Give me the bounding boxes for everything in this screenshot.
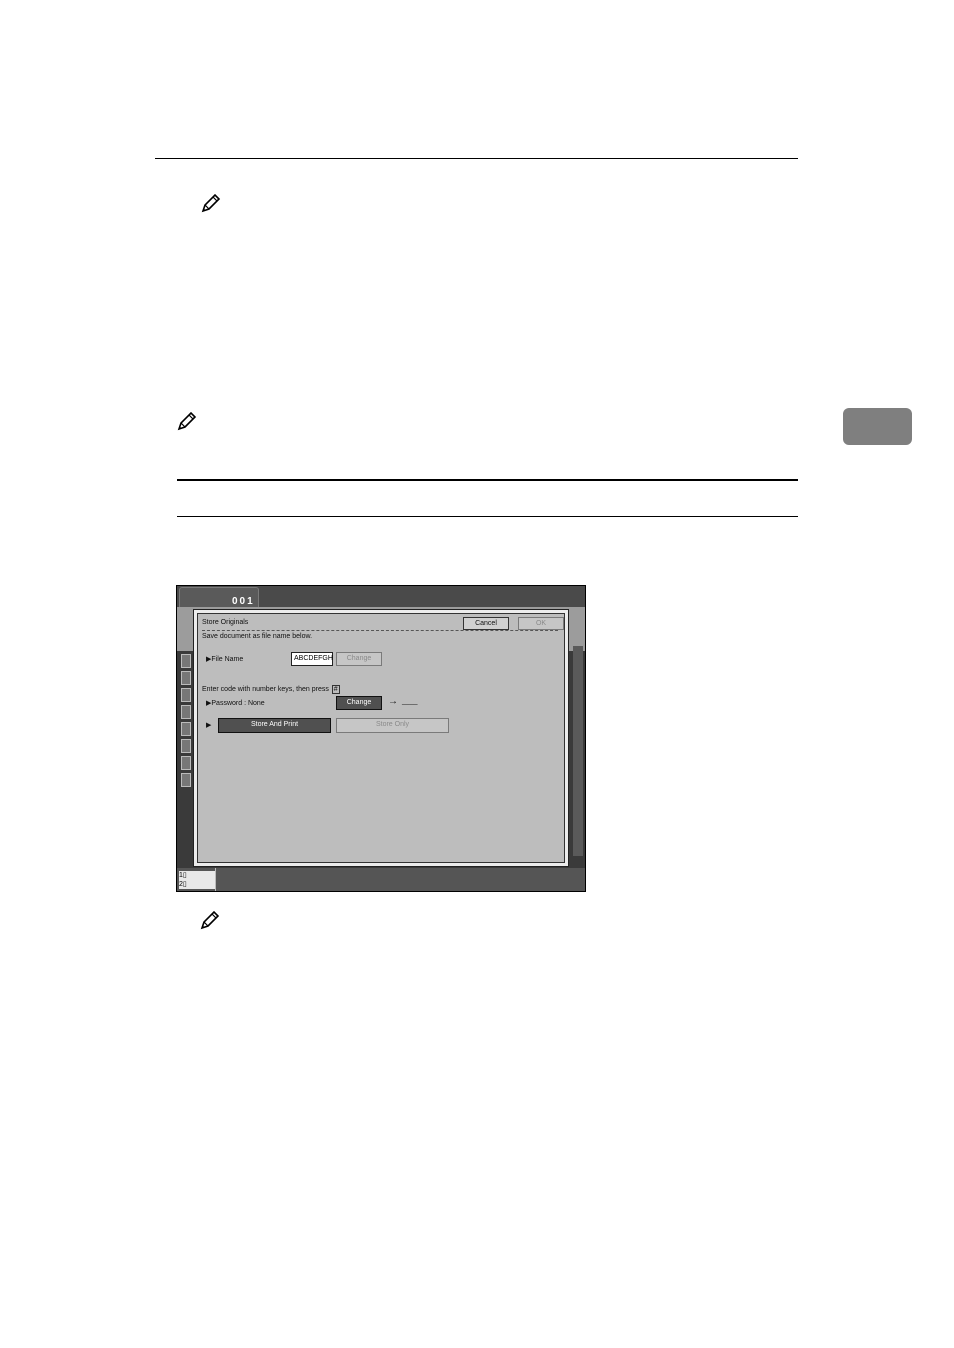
tray-indicator-1: 1▯ (179, 872, 187, 879)
store-and-print-button[interactable]: Store And Print (218, 718, 331, 733)
file-name-change-button[interactable]: Change (336, 652, 382, 666)
tray-indicator-2: 2▯ (179, 881, 187, 888)
file-name-label: ▶File Name (206, 656, 244, 663)
dialog-body: Store Originals Cancel OK Save document … (197, 613, 565, 863)
store-mode-marker: ▶ (206, 722, 212, 729)
store-only-button[interactable]: Store Only (336, 718, 449, 733)
panel-status-bar (177, 868, 585, 891)
panel-right-strip (573, 646, 583, 856)
arrow-right-icon: → (388, 696, 398, 707)
file-name-field[interactable]: ABCDEFGH (291, 652, 333, 666)
dialog-instruction: Save document as file name below. (202, 633, 313, 640)
section-rule-top (177, 479, 798, 481)
panel-tab[interactable]: 001 (179, 587, 259, 608)
tray-indicator: 1▯ 2▯ (179, 871, 215, 889)
ok-button[interactable]: OK (518, 617, 564, 630)
password-change-button[interactable]: Change (336, 696, 382, 710)
status-separator (215, 868, 216, 891)
section-rule-bottom (177, 516, 798, 517)
chapter-tab (843, 408, 912, 445)
note-pencil-icon (200, 910, 220, 930)
panel-tab-number: 001 (232, 596, 255, 607)
password-instruction-text: Enter code with number keys, then press (202, 686, 329, 693)
password-value: ____ (402, 698, 418, 705)
hash-key-icon: # (331, 685, 340, 694)
password-label: ▶Password : None (206, 700, 265, 707)
note-pencil-icon (177, 411, 197, 431)
panel-screenshot: 001 Store Originals Cancel OK Save docum… (176, 585, 586, 892)
panel-left-keys (181, 654, 191, 854)
header-rule (155, 158, 798, 159)
dialog-title: Store Originals (202, 619, 249, 626)
store-originals-dialog: Store Originals Cancel OK Save document … (193, 609, 569, 867)
note-pencil-icon (201, 193, 221, 213)
title-divider (202, 630, 558, 631)
password-instruction: Enter code with number keys, then press … (202, 685, 340, 694)
cancel-button[interactable]: Cancel (463, 617, 509, 630)
